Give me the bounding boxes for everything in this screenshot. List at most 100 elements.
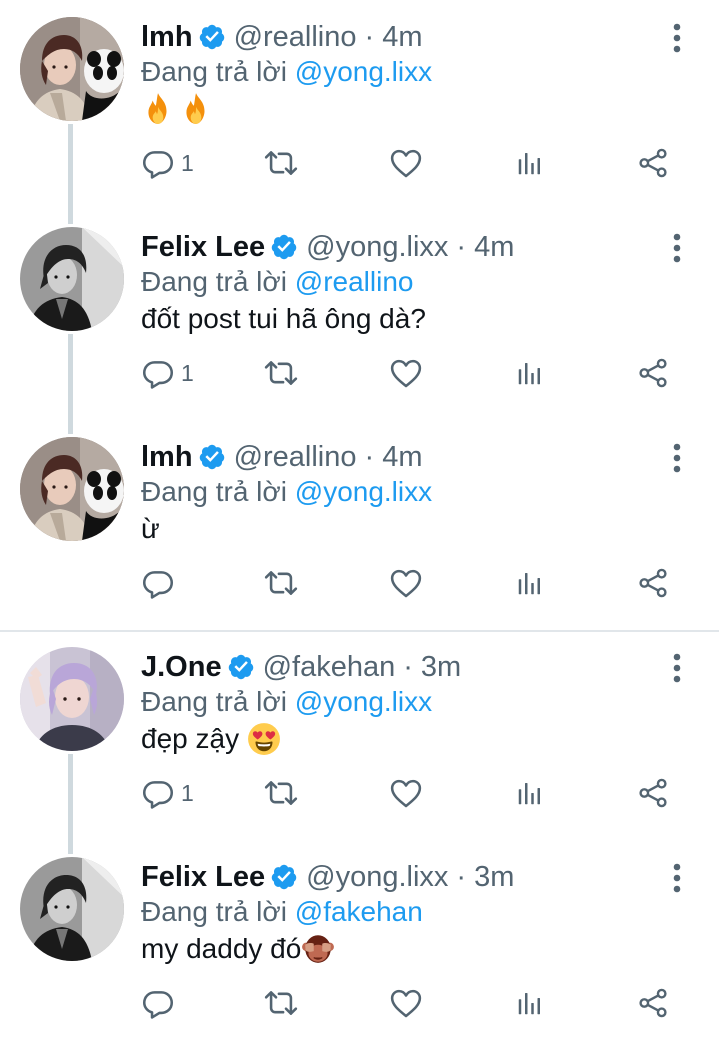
- reply-icon: [141, 356, 175, 390]
- timestamp[interactable]: 3m: [474, 857, 514, 897]
- replying-to: Đang trả lời @yong.lixx: [141, 684, 432, 720]
- more-vertical-icon[interactable]: [662, 860, 692, 896]
- like-button[interactable]: [389, 353, 423, 393]
- tweet-actions: [141, 983, 701, 1023]
- avatar[interactable]: [20, 857, 124, 961]
- author-name[interactable]: lmh: [141, 17, 193, 57]
- like-button[interactable]: [389, 143, 423, 183]
- separator-dot: ·: [364, 441, 375, 473]
- avatar-jone-image: [20, 647, 124, 751]
- views-icon: [515, 148, 545, 178]
- retweet-button[interactable]: [263, 353, 299, 393]
- separator-dot: ·: [456, 231, 467, 263]
- avatar-lmh-image: [20, 17, 124, 121]
- author-name[interactable]: Felix Lee: [141, 857, 265, 897]
- share-button[interactable]: [637, 143, 669, 183]
- author-handle[interactable]: @reallino: [234, 17, 357, 57]
- share-icon: [637, 777, 669, 809]
- reply-button[interactable]: [141, 563, 181, 603]
- reply-button[interactable]: 1: [141, 143, 194, 183]
- reply-icon: [141, 986, 175, 1020]
- verified-badge-icon: [198, 23, 226, 51]
- share-icon: [637, 987, 669, 1019]
- author-name[interactable]: J.One: [141, 647, 222, 687]
- avatar[interactable]: [20, 647, 124, 751]
- share-button[interactable]: [637, 563, 669, 603]
- author-handle[interactable]: @yong.lixx: [306, 857, 448, 897]
- like-button[interactable]: [389, 983, 423, 1023]
- share-button[interactable]: [637, 353, 669, 393]
- more-vertical-icon[interactable]: [662, 230, 692, 266]
- tweet-5[interactable]: Felix Lee @yong.lixx · 3m Đang trả lời @…: [0, 840, 719, 1050]
- views-icon: [515, 568, 545, 598]
- avatar-felix-image: [20, 227, 124, 331]
- replying-to-prefix: Đang trả lời: [141, 896, 295, 927]
- timestamp[interactable]: 4m: [382, 17, 422, 57]
- retweet-button[interactable]: [263, 143, 299, 183]
- more-vertical-icon[interactable]: [662, 20, 692, 56]
- views-button[interactable]: [515, 773, 545, 813]
- fire-emoji-icon: [141, 92, 175, 126]
- mention-link[interactable]: @yong.lixx: [295, 56, 432, 87]
- replying-to-prefix: Đang trả lời: [141, 686, 295, 717]
- see-no-evil-monkey-emoji-icon: [301, 932, 335, 966]
- avatar[interactable]: [20, 437, 124, 541]
- reply-count: 1: [181, 779, 194, 806]
- heart-icon: [389, 356, 423, 390]
- replying-to: Đang trả lời @yong.lixx: [141, 474, 432, 510]
- timestamp[interactable]: 4m: [382, 437, 422, 477]
- replying-to-prefix: Đang trả lời: [141, 56, 295, 87]
- like-button[interactable]: [389, 773, 423, 813]
- avatar[interactable]: [20, 227, 124, 331]
- share-icon: [637, 567, 669, 599]
- retweet-button[interactable]: [263, 563, 299, 603]
- avatar[interactable]: [20, 17, 124, 121]
- tweet-text: [141, 89, 217, 129]
- verified-badge-icon: [227, 653, 255, 681]
- heart-icon: [389, 566, 423, 600]
- tweet-text: ừ: [141, 509, 160, 549]
- thread-line: [68, 124, 73, 224]
- tweet-header: Felix Lee @yong.lixx · 3m: [141, 857, 514, 897]
- retweet-button[interactable]: [263, 773, 299, 813]
- tweet-4[interactable]: J.One @fakehan · 3m Đang trả lời @yong.l…: [0, 630, 719, 854]
- avatar-felix-image: [20, 857, 124, 961]
- like-button[interactable]: [389, 563, 423, 603]
- tweet-text-content: ừ: [141, 513, 160, 544]
- share-icon: [637, 357, 669, 389]
- author-handle[interactable]: @yong.lixx: [306, 227, 448, 267]
- timestamp[interactable]: 3m: [421, 647, 461, 687]
- verified-badge-icon: [198, 443, 226, 471]
- verified-badge-icon: [270, 863, 298, 891]
- mention-link[interactable]: @yong.lixx: [295, 686, 432, 717]
- replying-to: Đang trả lời @fakehan: [141, 894, 423, 930]
- reply-button[interactable]: 1: [141, 773, 194, 813]
- views-button[interactable]: [515, 143, 545, 183]
- retweet-button[interactable]: [263, 983, 299, 1023]
- mention-link[interactable]: @fakehan: [295, 896, 423, 927]
- author-name[interactable]: Felix Lee: [141, 227, 265, 267]
- reply-button[interactable]: 1: [141, 353, 194, 393]
- mention-link[interactable]: @yong.lixx: [295, 476, 432, 507]
- share-button[interactable]: [637, 773, 669, 813]
- reply-button[interactable]: [141, 983, 181, 1023]
- tweet-1[interactable]: lmh @reallino · 4m Đang trả lời @yong.li…: [0, 0, 719, 224]
- tweet-text: my daddy đó: [141, 929, 339, 969]
- views-button[interactable]: [515, 563, 545, 603]
- share-button[interactable]: [637, 983, 669, 1023]
- views-button[interactable]: [515, 353, 545, 393]
- tweet-header: J.One @fakehan · 3m: [141, 647, 461, 687]
- tweet-text-content: đẹp zậy: [141, 723, 247, 754]
- tweet-actions: 1: [141, 353, 701, 393]
- more-vertical-icon[interactable]: [662, 650, 692, 686]
- author-handle[interactable]: @fakehan: [263, 647, 396, 687]
- tweet-3[interactable]: lmh @reallino · 4m Đang trả lời @yong.li…: [0, 420, 719, 630]
- more-vertical-icon[interactable]: [662, 440, 692, 476]
- author-handle[interactable]: @reallino: [234, 437, 357, 477]
- tweet-2[interactable]: Felix Lee @yong.lixx · 4m Đang trả lời @…: [0, 210, 719, 434]
- views-button[interactable]: [515, 983, 545, 1023]
- mention-link[interactable]: @reallino: [295, 266, 414, 297]
- timestamp[interactable]: 4m: [474, 227, 514, 267]
- views-icon: [515, 778, 545, 808]
- author-name[interactable]: lmh: [141, 437, 193, 477]
